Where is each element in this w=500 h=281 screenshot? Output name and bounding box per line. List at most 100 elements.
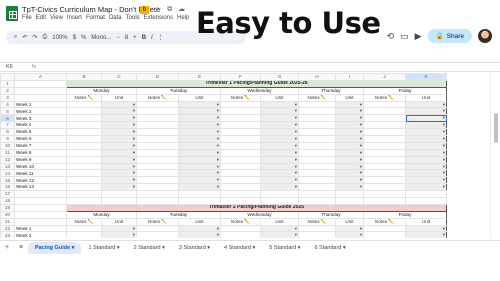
section-title[interactable]: Trimaster 2 Pacing/Planning Guide 2025 (66, 203, 447, 212)
week-label[interactable]: Week 2 (14, 107, 67, 116)
notes-cell[interactable] (298, 231, 336, 238)
unit-dropdown[interactable] (101, 135, 137, 143)
row-header-5[interactable]: 5 (0, 107, 15, 116)
unit-dropdown[interactable] (335, 224, 364, 233)
unit-dropdown[interactable] (405, 121, 447, 130)
notes-cell[interactable] (220, 135, 261, 143)
cell[interactable] (136, 190, 179, 199)
unit-dropdown[interactable] (335, 176, 364, 185)
tab-2-standard[interactable]: 2 Standard ▾ (127, 242, 172, 254)
unit-dropdown[interactable] (260, 100, 299, 109)
notes-label[interactable]: Notes ✏️ (363, 217, 406, 226)
notes-cell[interactable] (136, 121, 179, 130)
unit-dropdown[interactable] (335, 162, 364, 171)
unit-dropdown[interactable] (101, 224, 137, 233)
notes-cell[interactable] (220, 107, 261, 116)
row-header-2[interactable]: 2 (0, 86, 15, 95)
unit-dropdown[interactable] (405, 141, 447, 150)
unit-dropdown[interactable] (260, 141, 299, 150)
cell[interactable] (14, 203, 67, 212)
unit-label[interactable]: Unit (260, 217, 299, 226)
notes-cell[interactable] (363, 135, 406, 143)
day-header[interactable]: Wednesday (220, 86, 299, 95)
unit-dropdown[interactable] (101, 169, 137, 178)
notes-cell[interactable] (136, 155, 179, 164)
unit-dropdown[interactable] (335, 148, 364, 157)
notes-cell[interactable] (220, 169, 261, 178)
font-select[interactable]: Mono... (91, 35, 111, 41)
week-label[interactable]: Week 4 (14, 121, 67, 130)
unit-dropdown[interactable] (101, 231, 137, 238)
menu-item-extensions[interactable]: Extensions (144, 15, 173, 21)
scrollbar-thumb[interactable] (494, 113, 498, 143)
week-label[interactable]: Week 12 (14, 176, 67, 185)
cell[interactable] (178, 190, 221, 199)
cell[interactable] (405, 197, 447, 205)
unit-dropdown[interactable] (260, 176, 299, 185)
unit-dropdown[interactable] (101, 183, 137, 192)
add-sheet-icon[interactable]: + (0, 244, 14, 251)
move-icon[interactable]: ⧉ (167, 6, 172, 13)
font-size-input[interactable]: 8 (125, 35, 128, 41)
unit-dropdown[interactable] (101, 128, 137, 137)
more-icon[interactable]: ⋮ (158, 34, 164, 41)
unit-dropdown[interactable] (405, 162, 447, 171)
spreadsheet-grid[interactable]: A B C D E F G H I J K 1 Trimester 1 Pacing/Planning … (0, 73, 490, 238)
notes-cell[interactable] (298, 107, 336, 116)
row-header-4[interactable]: 4 (0, 100, 15, 109)
redo-icon[interactable]: ↷ (32, 34, 37, 41)
column-header-H[interactable]: H (298, 73, 336, 81)
row-header-11[interactable]: 11 (0, 148, 15, 157)
notes-cell[interactable] (298, 121, 336, 130)
row-header-8[interactable]: 8 (0, 128, 15, 137)
notes-cell[interactable] (136, 128, 179, 137)
unit-dropdown[interactable] (260, 169, 299, 178)
unit-dropdown[interactable] (405, 148, 447, 157)
row-header-15[interactable]: 15 (0, 176, 15, 185)
meet-icon[interactable]: ▶ (415, 31, 422, 42)
unit-dropdown[interactable] (178, 148, 221, 157)
unit-dropdown[interactable] (101, 141, 137, 150)
day-header[interactable]: Thursday (298, 86, 364, 95)
unit-dropdown[interactable] (335, 100, 364, 109)
day-header[interactable]: Tuesday (136, 86, 221, 95)
unit-dropdown[interactable] (101, 176, 137, 185)
notes-cell[interactable] (363, 183, 406, 192)
notes-cell[interactable] (136, 183, 179, 192)
cloud-icon[interactable]: ☁ (178, 6, 185, 13)
undo-icon[interactable]: ↶ (22, 34, 27, 41)
cell[interactable] (298, 197, 336, 205)
notes-cell[interactable] (298, 100, 336, 109)
row-header-22[interactable]: 22 (0, 224, 15, 233)
row-header-23[interactable]: 23 (0, 231, 15, 238)
week-label[interactable]: Week 1 (14, 100, 67, 109)
notes-cell[interactable] (298, 114, 336, 123)
notes-cell[interactable] (220, 121, 261, 130)
row-header-9[interactable]: 9 (0, 135, 15, 143)
row-header-16[interactable]: 16 (0, 183, 15, 192)
day-header[interactable]: Wednesday (220, 210, 299, 219)
unit-dropdown[interactable] (335, 169, 364, 178)
notes-cell[interactable] (298, 155, 336, 164)
unit-dropdown[interactable] (405, 155, 447, 164)
day-header[interactable]: Friday (363, 210, 447, 219)
notes-label[interactable]: Notes ✏️ (66, 217, 102, 226)
unit-label[interactable]: Unit (178, 93, 221, 102)
unit-dropdown[interactable] (405, 107, 447, 116)
notes-cell[interactable] (66, 155, 102, 164)
unit-dropdown[interactable] (260, 155, 299, 164)
notes-cell[interactable] (363, 141, 406, 150)
unit-dropdown[interactable] (101, 121, 137, 130)
unit-dropdown[interactable] (405, 169, 447, 178)
unit-dropdown[interactable] (178, 121, 221, 130)
day-header[interactable]: Monday (66, 86, 137, 95)
week-label[interactable]: Week 8 (14, 148, 67, 157)
notes-cell[interactable] (298, 169, 336, 178)
notes-cell[interactable] (66, 121, 102, 130)
notes-label[interactable]: Notes ✏️ (363, 93, 406, 102)
row-header-20[interactable]: 20 (0, 210, 15, 219)
tab-pacing-guide[interactable]: Pacing Guide ▾ (28, 241, 82, 254)
notes-cell[interactable] (220, 224, 261, 233)
cell[interactable] (335, 190, 364, 199)
tab-5-standard[interactable]: 5 Standard ▾ (262, 242, 307, 254)
